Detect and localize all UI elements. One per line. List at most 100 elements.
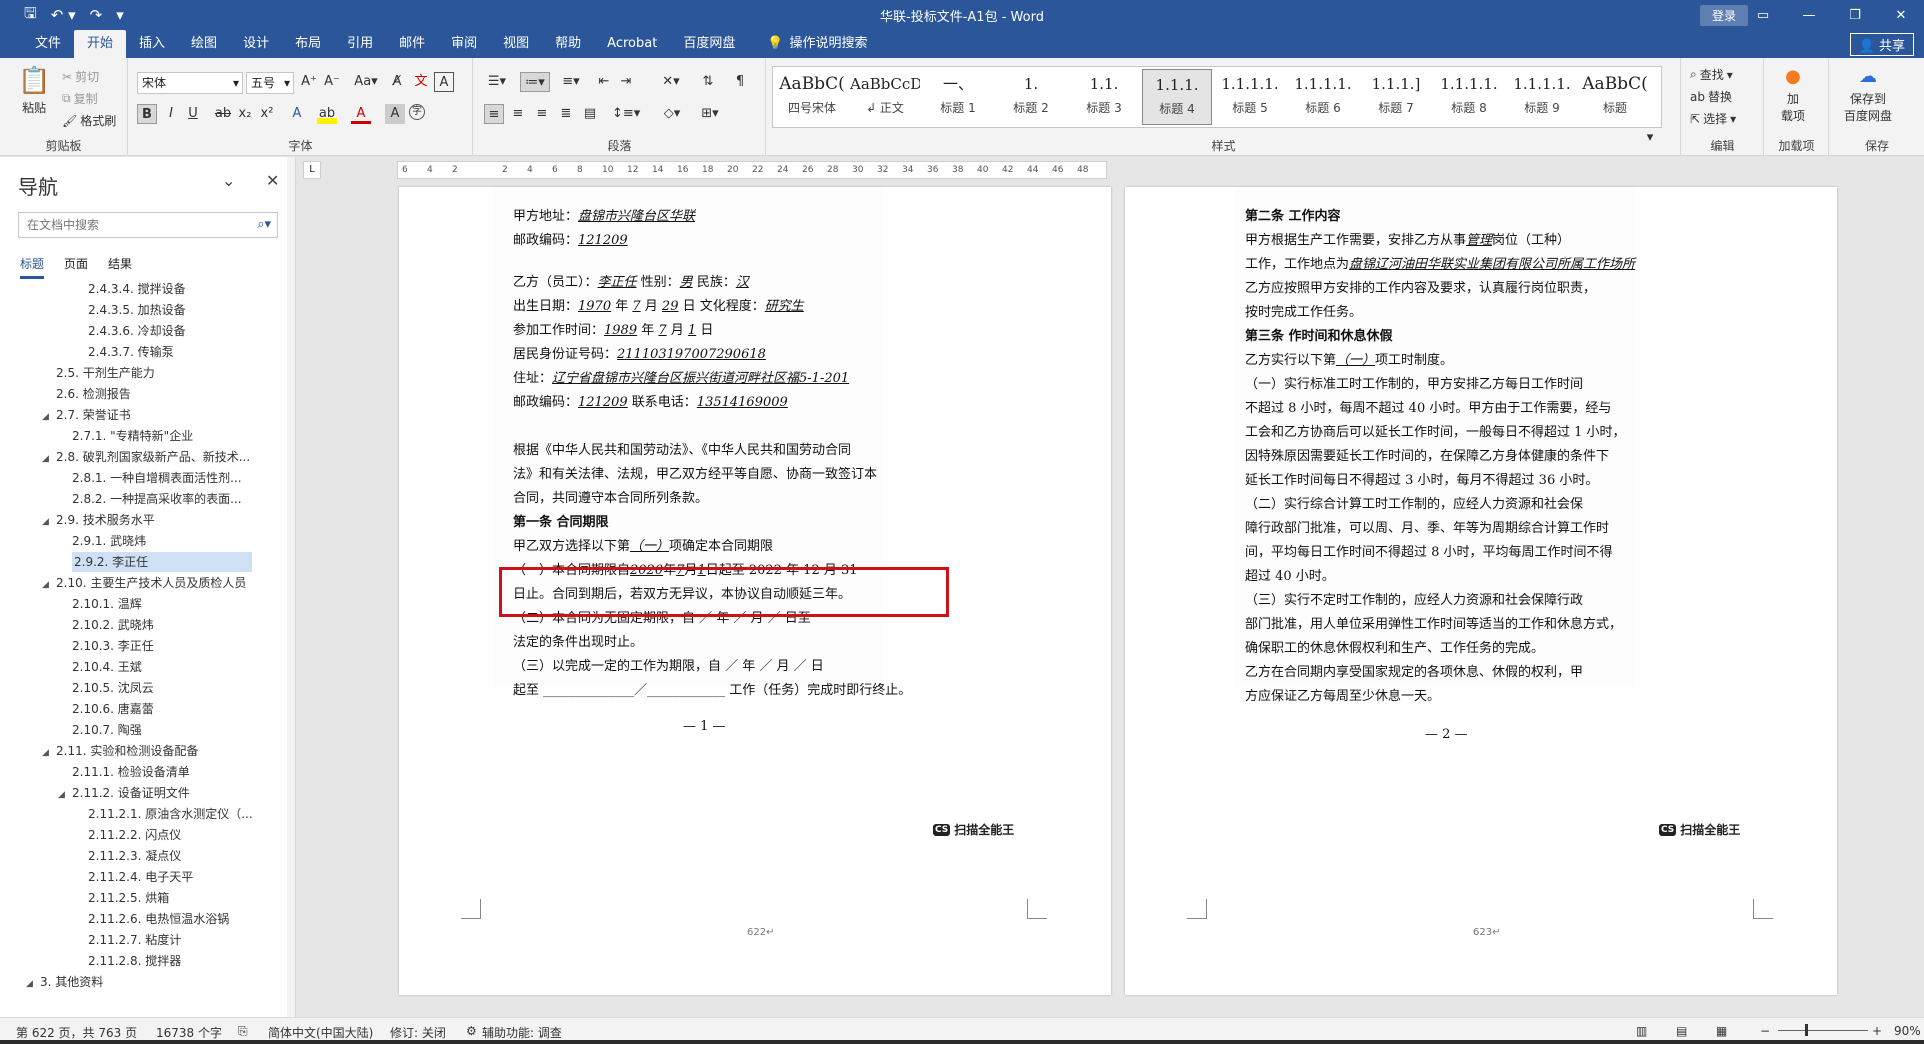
nav-heading-item[interactable]: 2.5. 干剂生产能力: [56, 363, 155, 383]
style-item[interactable]: AaBbCcDdI ↲ 正文: [850, 69, 920, 125]
minimize-icon[interactable]: —: [1786, 0, 1832, 30]
expand-triangle-icon[interactable]: ◢: [42, 575, 56, 595]
zoom-level[interactable]: 90%: [1894, 1024, 1921, 1038]
search-icon[interactable]: ⌕▾: [257, 213, 271, 237]
tab-9[interactable]: 视图: [490, 30, 542, 58]
share-button[interactable]: 👤 共享: [1849, 33, 1914, 56]
style-item[interactable]: 一、 标题 1: [923, 69, 993, 125]
subscript-icon[interactable]: x₂: [235, 104, 255, 124]
increase-indent-icon[interactable]: ⇥: [616, 72, 636, 92]
tab-7[interactable]: 邮件: [386, 30, 438, 58]
nav-heading-item[interactable]: 2.9.1. 武晓炜: [72, 531, 146, 551]
nav-heading-item[interactable]: 2.10.4. 王斌: [72, 657, 142, 677]
save-baidu-button[interactable]: ☁ 保存到 百度网盘: [1844, 66, 1892, 124]
bullets-icon[interactable]: ☰▾: [484, 72, 510, 92]
highlight-icon[interactable]: ab: [317, 104, 337, 124]
numbering-icon[interactable]: ≔▾: [520, 72, 550, 92]
nav-heading-item[interactable]: 2.8.1. 一种自增稠表面活性剂...: [72, 468, 242, 488]
nav-heading-item[interactable]: ◢ 2.11.2. 设备证明文件: [58, 783, 190, 803]
char-border-icon[interactable]: A: [434, 72, 454, 92]
italic-icon[interactable]: I: [161, 104, 181, 124]
nav-heading-item[interactable]: ◢ 2.8. 破乳剂国家级新产品、新技术...: [42, 447, 250, 467]
nav-heading-item[interactable]: ◢ 2.10. 主要生产技术人员及质检人员: [42, 573, 246, 593]
style-item[interactable]: 1. 标题 2: [996, 69, 1066, 125]
font-color-icon[interactable]: A: [351, 104, 371, 124]
nav-heading-item[interactable]: 2.11.2.2. 闪点仪: [88, 825, 181, 845]
styles-more-icon[interactable]: ▾: [1642, 128, 1658, 148]
nav-heading-item[interactable]: 2.4.3.7. 传输泵: [88, 342, 174, 362]
chinese-layout-icon[interactable]: ✕▾: [658, 72, 684, 92]
shading-icon[interactable]: ◇▾: [658, 104, 686, 124]
select-button[interactable]: ⇱ 选择 ▾: [1690, 110, 1736, 127]
tab-0[interactable]: 文件: [22, 30, 74, 58]
read-mode-icon[interactable]: ▥: [1636, 1024, 1647, 1038]
print-layout-icon[interactable]: ▤: [1676, 1024, 1687, 1038]
accessibility-status[interactable]: 辅助功能: 调查: [482, 1024, 562, 1041]
align-center-icon[interactable]: ≡: [508, 104, 528, 124]
accessibility-icon[interactable]: ⚙: [466, 1024, 477, 1038]
nav-heading-item[interactable]: 2.11.2.5. 烘箱: [88, 888, 169, 908]
close-icon[interactable]: ✕: [266, 171, 279, 190]
web-layout-icon[interactable]: ▦: [1716, 1024, 1727, 1038]
nav-heading-item[interactable]: 2.8.2. 一种提高采收率的表面...: [72, 489, 242, 509]
underline-icon[interactable]: U: [183, 104, 203, 124]
format-painter-button[interactable]: 🖌 格式刷: [62, 112, 116, 129]
style-item[interactable]: AaBbC(标题: [1580, 69, 1650, 125]
tab-3[interactable]: 绘图: [178, 30, 230, 58]
nav-heading-item[interactable]: 2.11.1. 检验设备清单: [72, 762, 190, 782]
word-count[interactable]: 16738 个字: [156, 1024, 222, 1041]
clear-format-icon[interactable]: A̸: [387, 72, 407, 92]
nav-heading-item[interactable]: 2.10.3. 李正任: [72, 636, 154, 656]
replace-button[interactable]: ab 替换: [1690, 88, 1732, 105]
close-icon[interactable]: ✕: [1878, 0, 1924, 30]
tab-2[interactable]: 插入: [126, 30, 178, 58]
show-marks-icon[interactable]: ¶: [730, 72, 750, 92]
nav-heading-item[interactable]: 2.10.6. 唐嘉蕾: [72, 699, 154, 719]
nav-heading-item[interactable]: ◢ 3. 其他资料: [26, 972, 103, 992]
nav-heading-item[interactable]: 2.11.2.7. 粘度计: [88, 930, 181, 950]
tell-me-search[interactable]: 💡 操作说明搜索: [754, 30, 880, 58]
superscript-icon[interactable]: x²: [257, 104, 277, 124]
proofing-icon[interactable]: ⎘: [238, 1024, 248, 1039]
chevron-down-icon[interactable]: ⌄: [222, 171, 235, 190]
nav-heading-item[interactable]: 2.7.1. "专精特新"企业: [72, 426, 193, 446]
save-icon[interactable]: 🖫: [24, 3, 37, 28]
line-spacing-icon[interactable]: ↕≡▾: [612, 104, 640, 124]
nav-heading-item[interactable]: 2.11.2.6. 电热恒温水浴锅: [88, 909, 229, 929]
language[interactable]: 简体中文(中国大陆): [268, 1024, 373, 1041]
tab-5[interactable]: 布局: [282, 30, 334, 58]
nav-heading-item[interactable]: 2.11.2.3. 凝点仪: [88, 846, 181, 866]
grow-font-icon[interactable]: A⁺: [299, 72, 319, 92]
undo-icon[interactable]: ↶ ▾: [51, 6, 76, 24]
align-right-icon[interactable]: ≡: [532, 104, 552, 124]
tab-1[interactable]: 开始: [74, 30, 127, 58]
nav-heading-item[interactable]: 2.11.2.8. 搅拌器: [88, 951, 181, 971]
expand-triangle-icon[interactable]: ◢: [42, 512, 56, 532]
nav-heading-item[interactable]: 2.10.2. 武晓炜: [72, 615, 154, 635]
style-item[interactable]: 1.1.1.] 标题 7: [1361, 69, 1431, 125]
nav-tab-1[interactable]: 页面: [64, 255, 88, 279]
multilevel-list-icon[interactable]: ≡▾: [558, 72, 584, 92]
nav-scrollbar[interactable]: [287, 157, 295, 1017]
text-effects-icon[interactable]: A: [287, 104, 307, 124]
zoom-slider-thumb[interactable]: [1805, 1024, 1808, 1036]
zoom-in-icon[interactable]: +: [1872, 1024, 1882, 1038]
zoom-slider[interactable]: [1778, 1030, 1868, 1031]
justify-icon[interactable]: ≣: [556, 104, 576, 124]
style-item[interactable]: 1.1. 标题 3: [1069, 69, 1139, 125]
style-item[interactable]: 1.1.1.1. 标题 9: [1507, 69, 1577, 125]
style-item[interactable]: 1.1.1.1. 标题 8: [1434, 69, 1504, 125]
nav-heading-item[interactable]: 2.10.7. 陶强: [72, 720, 142, 740]
cut-button[interactable]: ✂ 剪切: [62, 68, 99, 85]
nav-tab-0[interactable]: 标题: [20, 255, 45, 279]
tab-6[interactable]: 引用: [334, 30, 386, 58]
nav-heading-item[interactable]: 2.10.5. 沈凤云: [72, 678, 154, 698]
style-item[interactable]: 1.1.1.1. 标题 6: [1288, 69, 1358, 125]
track-changes-status[interactable]: 修订: 关闭: [390, 1024, 446, 1041]
tab-8[interactable]: 审阅: [438, 30, 490, 58]
sort-icon[interactable]: ⇅: [698, 72, 718, 92]
enclose-char-icon[interactable]: 字: [409, 104, 425, 120]
nav-heading-item[interactable]: ◢ 2.11. 实验和检测设备配备: [42, 741, 198, 761]
style-item[interactable]: 1.1.1. 标题 4: [1142, 69, 1212, 125]
paste-button[interactable]: 📋 粘贴: [18, 66, 50, 116]
